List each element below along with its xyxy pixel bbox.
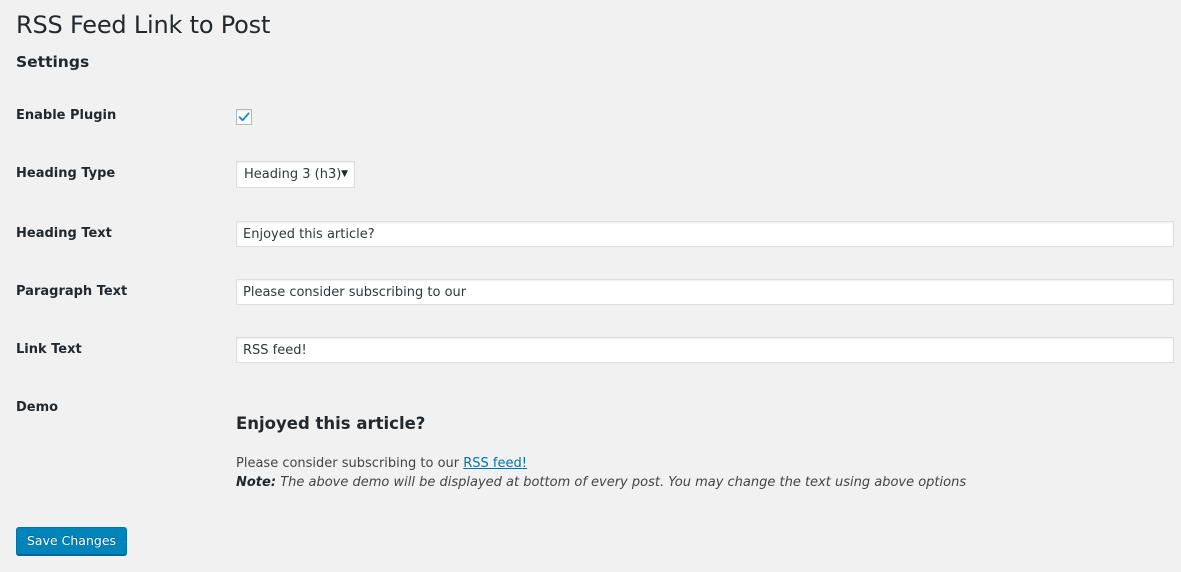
link-text-input[interactable] xyxy=(236,337,1174,363)
enable-plugin-label: Enable Plugin xyxy=(16,108,117,123)
page-title: RSS Feed Link to Post xyxy=(16,11,271,39)
demo-rss-link[interactable]: RSS feed! xyxy=(463,456,527,471)
checkmark-icon xyxy=(238,112,250,122)
demo-label: Demo xyxy=(16,400,59,415)
note-label: Note: xyxy=(236,475,277,490)
settings-page: RSS Feed Link to Post Settings Enable Pl… xyxy=(0,0,1181,572)
paragraph-text-input[interactable] xyxy=(236,279,1174,305)
enable-plugin-checkbox[interactable] xyxy=(236,109,252,125)
heading-text-input[interactable] xyxy=(236,221,1174,247)
heading-text-label: Heading Text xyxy=(16,226,112,241)
section-title: Settings xyxy=(16,53,90,71)
link-text-label: Link Text xyxy=(16,342,82,357)
demo-heading: Enjoyed this article? xyxy=(236,414,426,433)
dropdown-arrow-icon: ▼ xyxy=(341,169,348,179)
heading-type-label: Heading Type xyxy=(16,166,116,181)
note-text: The above demo will be displayed at bott… xyxy=(280,475,967,490)
paragraph-text-label: Paragraph Text xyxy=(16,284,128,299)
demo-paragraph-text: Please consider subscribing to our xyxy=(236,456,460,471)
demo-paragraph: Please consider subscribing to our RSS f… xyxy=(236,455,527,473)
heading-type-select[interactable]: Heading 3 (h3) ▼ xyxy=(236,161,355,188)
heading-type-selected-value: Heading 3 (h3) xyxy=(244,167,342,182)
save-changes-button[interactable]: Save Changes xyxy=(16,527,128,555)
demo-note: Note: The above demo will be displayed a… xyxy=(236,474,966,492)
